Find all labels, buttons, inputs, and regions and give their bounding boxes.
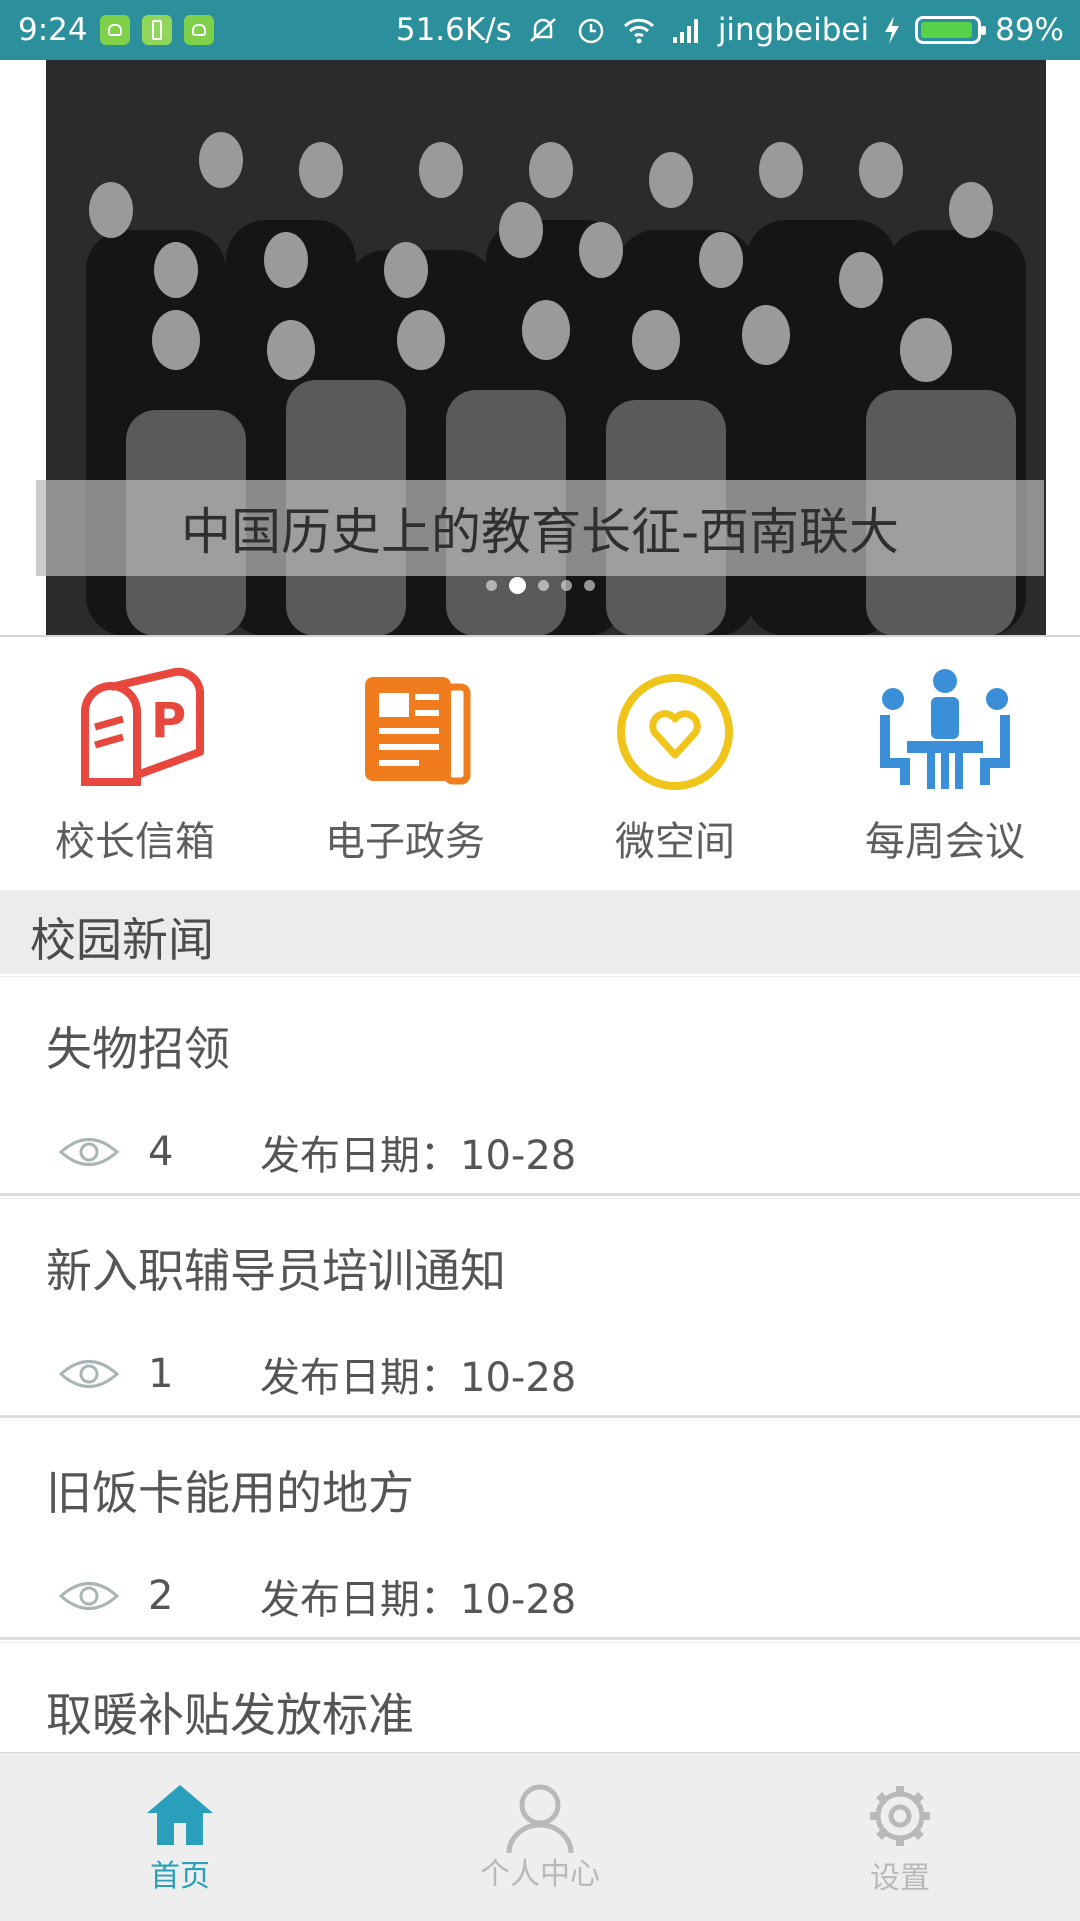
carrier-name: jingbeibei (717, 12, 870, 48)
view-count: 2 (148, 1573, 174, 1619)
view-count: 4 (148, 1129, 174, 1175)
news-item[interactable]: 新入职辅导员培训通知 1 发布日期：10-28 (0, 1198, 1080, 1418)
charging-icon (885, 16, 900, 44)
status-bar: 9:24 51.6K/s jingbeibei 89% (0, 0, 1080, 60)
bottom-tab-bar: 首页 个人中心 设置 (0, 1752, 1080, 1921)
carousel-indicator (0, 577, 1080, 594)
person-icon (506, 1784, 574, 1854)
banner-carousel[interactable]: 中国历史上的教育长征-西南联大 (0, 60, 1080, 637)
silent-bell-icon (529, 18, 556, 42)
publish-date: 发布日期：10-28 (260, 1133, 577, 1179)
wifi-icon (623, 18, 654, 44)
app-notification-icon (99, 15, 130, 45)
battery-app-notification-icon (141, 15, 172, 45)
news-title: 新入职辅导员培训通知 (46, 1244, 506, 1298)
battery-icon (915, 16, 987, 44)
news-title: 失物招领 (46, 1022, 230, 1076)
eye-icon (58, 1582, 120, 1610)
quick-item-label: 校长信箱 (55, 819, 215, 865)
publish-date: 发布日期：10-28 (260, 1355, 577, 1401)
tab-label: 首页 (150, 1859, 210, 1894)
quick-menu: P 校长信箱 电子政务 微空间 每周会议 (0, 637, 1080, 889)
eye-icon (58, 1360, 120, 1388)
alarm-icon (578, 18, 604, 44)
section-title: 校园新闻 (30, 913, 214, 967)
svg-text:P: P (151, 693, 186, 749)
carousel-dot[interactable] (508, 577, 526, 594)
banner-caption[interactable]: 中国历史上的教育长征-西南联大 (36, 480, 1044, 576)
app-notification-icon (183, 15, 214, 45)
newspaper-icon (365, 677, 471, 785)
battery-percent: 89% (995, 12, 1064, 48)
gear-icon (870, 1786, 930, 1846)
carousel-dot[interactable] (560, 580, 572, 591)
news-title: 取暖补贴发放标准 (46, 1688, 414, 1742)
tab-settings[interactable]: 设置 (720, 1753, 1080, 1921)
news-list: 失物招领 4 发布日期：10-28 新入职辅导员培训通知 1 发布日期：10-2… (0, 976, 1080, 1864)
eye-icon (58, 1138, 120, 1166)
tab-personal-center[interactable]: 个人中心 (360, 1753, 720, 1921)
tab-home[interactable]: 首页 (0, 1753, 360, 1921)
quick-item-weekly-meeting[interactable]: 每周会议 (810, 667, 1080, 867)
news-item[interactable]: 失物招领 4 发布日期：10-28 (0, 976, 1080, 1196)
quick-item-label: 电子政务 (325, 819, 485, 865)
signal-icon (672, 19, 698, 43)
home-icon (147, 1785, 213, 1845)
carousel-dot[interactable] (583, 580, 595, 591)
heart-circle-icon (617, 674, 733, 790)
mailbox-icon: P (81, 667, 204, 786)
quick-item-principal-mailbox[interactable]: P 校长信箱 (0, 667, 270, 867)
quick-item-label: 每周会议 (865, 819, 1025, 865)
network-speed: 51.6K/s (395, 12, 512, 48)
view-count: 1 (148, 1351, 174, 1397)
carousel-dot[interactable] (485, 580, 497, 591)
quick-item-e-government[interactable]: 电子政务 (270, 667, 540, 867)
news-meta: 1 发布日期：10-28 (58, 1345, 576, 1403)
section-header: 校园新闻 (0, 890, 1080, 974)
tab-label: 设置 (870, 1861, 930, 1896)
news-meta: 2 发布日期：10-28 (58, 1567, 576, 1625)
quick-item-label: 微空间 (615, 819, 735, 865)
status-time: 9:24 (18, 12, 88, 48)
publish-date: 发布日期：10-28 (260, 1577, 577, 1623)
carousel-dot[interactable] (537, 580, 549, 591)
news-item[interactable]: 旧饭卡能用的地方 2 发布日期：10-28 (0, 1420, 1080, 1640)
news-title: 旧饭卡能用的地方 (46, 1466, 414, 1520)
tab-label: 个人中心 (480, 1857, 600, 1892)
quick-item-micro-space[interactable]: 微空间 (540, 667, 810, 867)
meeting-icon (880, 669, 1010, 789)
news-meta: 4 发布日期：10-28 (58, 1123, 576, 1181)
